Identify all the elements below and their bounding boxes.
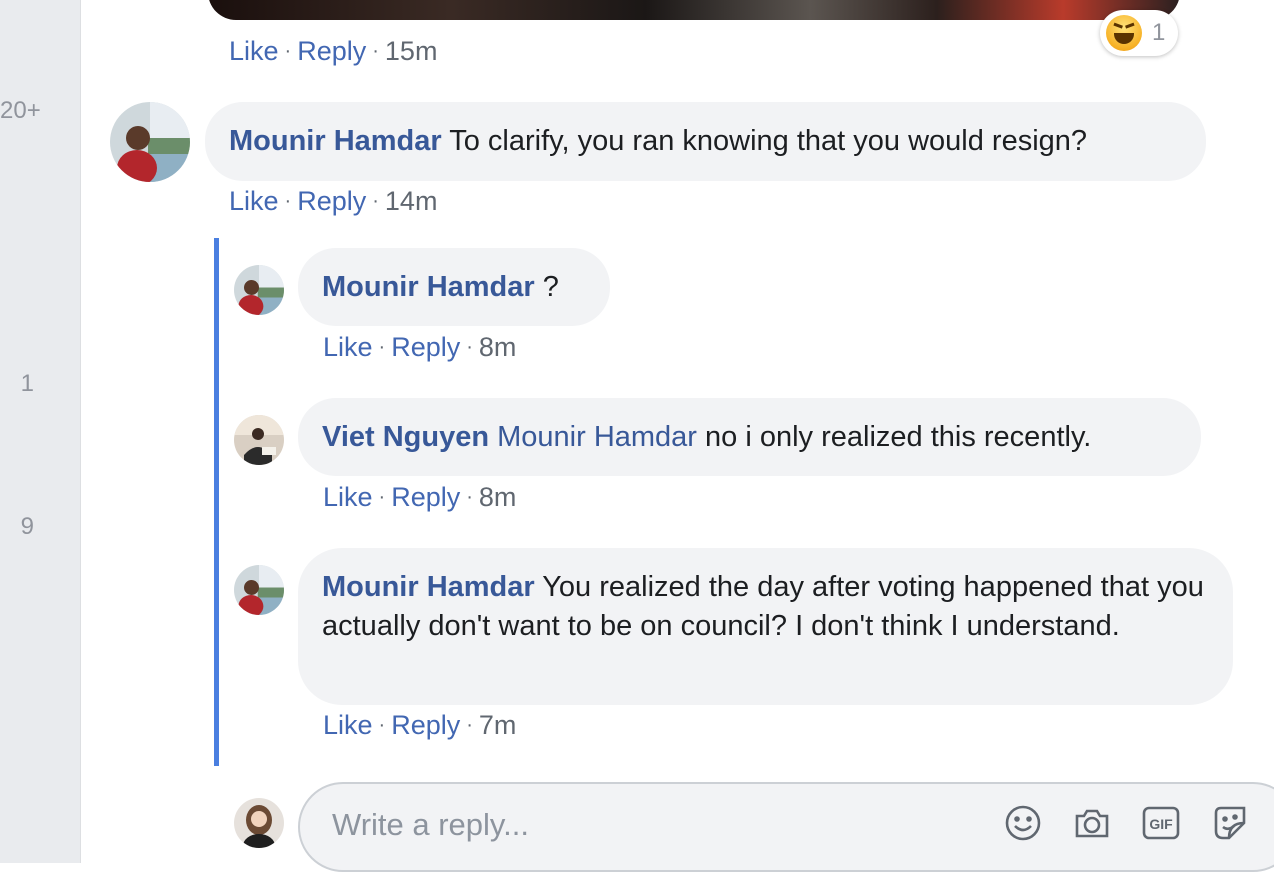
comment-text: To clarify, you ran knowing that you wou… (449, 125, 1088, 157)
like-link[interactable]: Like (323, 332, 373, 362)
comment-actions: Like · Reply · 7m (323, 710, 517, 740)
reply-bubble: Mounir Hamdar You realized the day after… (298, 548, 1233, 705)
reply-link[interactable]: Reply (391, 710, 460, 740)
comment-actions: Like · Reply · 14m (229, 186, 438, 216)
comment-author[interactable]: Viet Nguyen (322, 421, 489, 453)
comment-text: no i only realized this recently. (705, 421, 1092, 453)
reply-input[interactable] (330, 800, 974, 850)
reaction-badge[interactable]: 1 (1100, 10, 1178, 56)
rail-count: 1 (20, 370, 34, 397)
mention-link[interactable]: Mounir Hamdar (497, 421, 697, 453)
reply-link[interactable]: Reply (391, 332, 460, 362)
svg-text:GIF: GIF (1149, 816, 1173, 832)
sticker-icon[interactable] (1210, 803, 1250, 843)
haha-emoji-icon (1106, 15, 1142, 51)
reaction-count: 1 (1152, 19, 1166, 46)
like-link[interactable]: Like (323, 710, 373, 740)
comment-timestamp[interactable]: 15m (385, 36, 438, 66)
comment-timestamp[interactable]: 8m (479, 332, 517, 362)
comment-bubble: Mounir Hamdar To clarify, you ran knowin… (205, 102, 1206, 181)
comment-text: ? (542, 271, 559, 303)
comment-author[interactable]: Mounir Hamdar (322, 571, 535, 603)
comment-timestamp[interactable]: 7m (479, 710, 517, 740)
reply-link[interactable]: Reply (297, 36, 366, 66)
comment-author[interactable]: Mounir Hamdar (229, 125, 442, 157)
like-link[interactable]: Like (323, 482, 373, 512)
reply-link[interactable]: Reply (391, 482, 460, 512)
emoji-icon[interactable] (1003, 803, 1043, 843)
comment-author[interactable]: Mounir Hamdar (322, 271, 535, 303)
avatar[interactable] (234, 415, 284, 465)
reply-bubble: Viet Nguyen Mounir Hamdar no i only real… (298, 398, 1201, 476)
comment-actions: Like · Reply · 8m (323, 332, 517, 362)
avatar[interactable] (110, 102, 190, 182)
gif-icon[interactable]: GIF (1141, 803, 1181, 843)
reply-link[interactable]: Reply (297, 186, 366, 216)
comment-timestamp[interactable]: 14m (385, 186, 438, 216)
avatar[interactable] (234, 565, 284, 615)
left-rail: 20+ 1 9 (0, 0, 81, 863)
comment-actions: Like · Reply · 8m (323, 482, 517, 512)
like-link[interactable]: Like (229, 36, 279, 66)
reply-bubble: Mounir Hamdar ? (298, 248, 610, 326)
like-link[interactable]: Like (229, 186, 279, 216)
camera-icon[interactable] (1072, 803, 1112, 843)
comment-media-image[interactable] (208, 0, 1180, 20)
rail-count: 20+ (0, 97, 41, 124)
rail-count: 9 (20, 513, 34, 540)
comment-actions: Like · Reply · 15m (229, 36, 438, 66)
reply-thread-line (214, 238, 219, 766)
avatar[interactable] (234, 265, 284, 315)
comment-timestamp[interactable]: 8m (479, 482, 517, 512)
current-user-avatar[interactable] (234, 798, 284, 848)
